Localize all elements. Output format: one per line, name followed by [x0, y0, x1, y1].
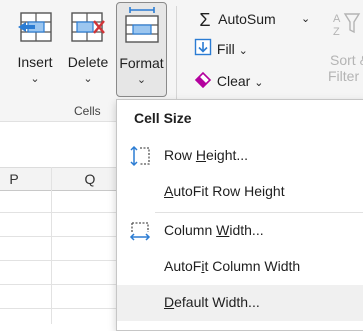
autosum-dropdown-button[interactable]: ⌄ — [301, 8, 310, 30]
format-dropdown-menu: Cell Size Row Height... AutoFit Row Heig… — [116, 99, 363, 331]
column-width-label-post: idth... — [229, 222, 264, 238]
row-height-icon — [129, 145, 151, 170]
svg-text:A: A — [333, 13, 341, 25]
eraser-icon — [193, 70, 213, 94]
row-height-label-post: eight... — [206, 147, 249, 163]
fill-down-icon — [193, 38, 213, 62]
autofit-row-height-menu-item[interactable]: AutoFit Row Height — [117, 174, 363, 210]
autosum-button[interactable]: Σ AutoSum — [195, 8, 276, 31]
default-width-menu-item[interactable]: Default Width... — [117, 285, 363, 321]
chevron-down-icon: ⌄ — [30, 73, 40, 85]
insert-cells-icon — [18, 12, 52, 42]
sort-filter-button[interactable]: A Z Sort & Filter — [322, 10, 363, 84]
chevron-down-icon: ⌄ — [238, 45, 248, 57]
column-width-access-key: W — [216, 222, 230, 238]
autosum-label: AutoSum — [218, 11, 276, 27]
row-height-access-key: H — [195, 147, 207, 163]
column-width-icon — [129, 220, 151, 245]
autofit-row-label-post: utoFit Row Height — [173, 183, 285, 199]
autofit-column-width-menu-item[interactable]: AutoFit Column Width — [117, 249, 363, 285]
grid-line — [51, 167, 52, 324]
fill-button[interactable]: Fill ⌄ — [193, 38, 248, 60]
chevron-down-icon: ⌄ — [301, 13, 311, 25]
insert-label: Insert — [17, 54, 53, 70]
clear-button[interactable]: Clear ⌄ — [193, 70, 263, 92]
autofit-row-access-key: A — [164, 183, 174, 199]
column-header-p[interactable]: P — [0, 168, 28, 190]
sort-filter-icon: A Z — [333, 13, 361, 38]
row-height-menu-item[interactable]: Row Height... — [117, 138, 363, 174]
delete-label: Delete — [67, 54, 109, 70]
sort-filter-label-line2: Filter — [328, 68, 360, 84]
svg-text:Z: Z — [333, 26, 340, 38]
format-label: Format — [119, 55, 164, 71]
autofit-column-label-pre: AutoF — [164, 258, 202, 274]
row-height-label-pre: Row — [164, 147, 196, 163]
default-width-label-post: efault Width... — [174, 294, 260, 310]
autofit-column-label-post: t Column Width — [204, 258, 301, 274]
menu-section-heading: Cell Size — [134, 110, 192, 126]
chevron-down-icon: ⌄ — [83, 73, 93, 85]
clear-label: Clear — [216, 73, 251, 89]
column-header-q[interactable]: Q — [55, 168, 125, 190]
format-cells-icon — [124, 7, 159, 43]
delete-button[interactable]: Delete ⌄ — [62, 2, 114, 98]
default-width-access-key: D — [164, 294, 175, 310]
column-width-menu-item[interactable]: Column Width... — [117, 213, 363, 249]
delete-cells-icon — [71, 12, 105, 42]
format-button[interactable]: Format ⌄ — [116, 2, 167, 97]
chevron-down-icon: ⌄ — [254, 77, 264, 89]
insert-button[interactable]: Insert ⌄ — [10, 2, 60, 98]
cells-group-label: Cells — [74, 104, 101, 118]
sort-filter-label-line1: Sort & — [330, 52, 363, 68]
column-width-label-pre: Column — [164, 222, 217, 238]
sigma-icon: Σ — [199, 10, 211, 31]
fill-label: Fill — [216, 41, 235, 57]
chevron-down-icon: ⌄ — [136, 74, 147, 86]
